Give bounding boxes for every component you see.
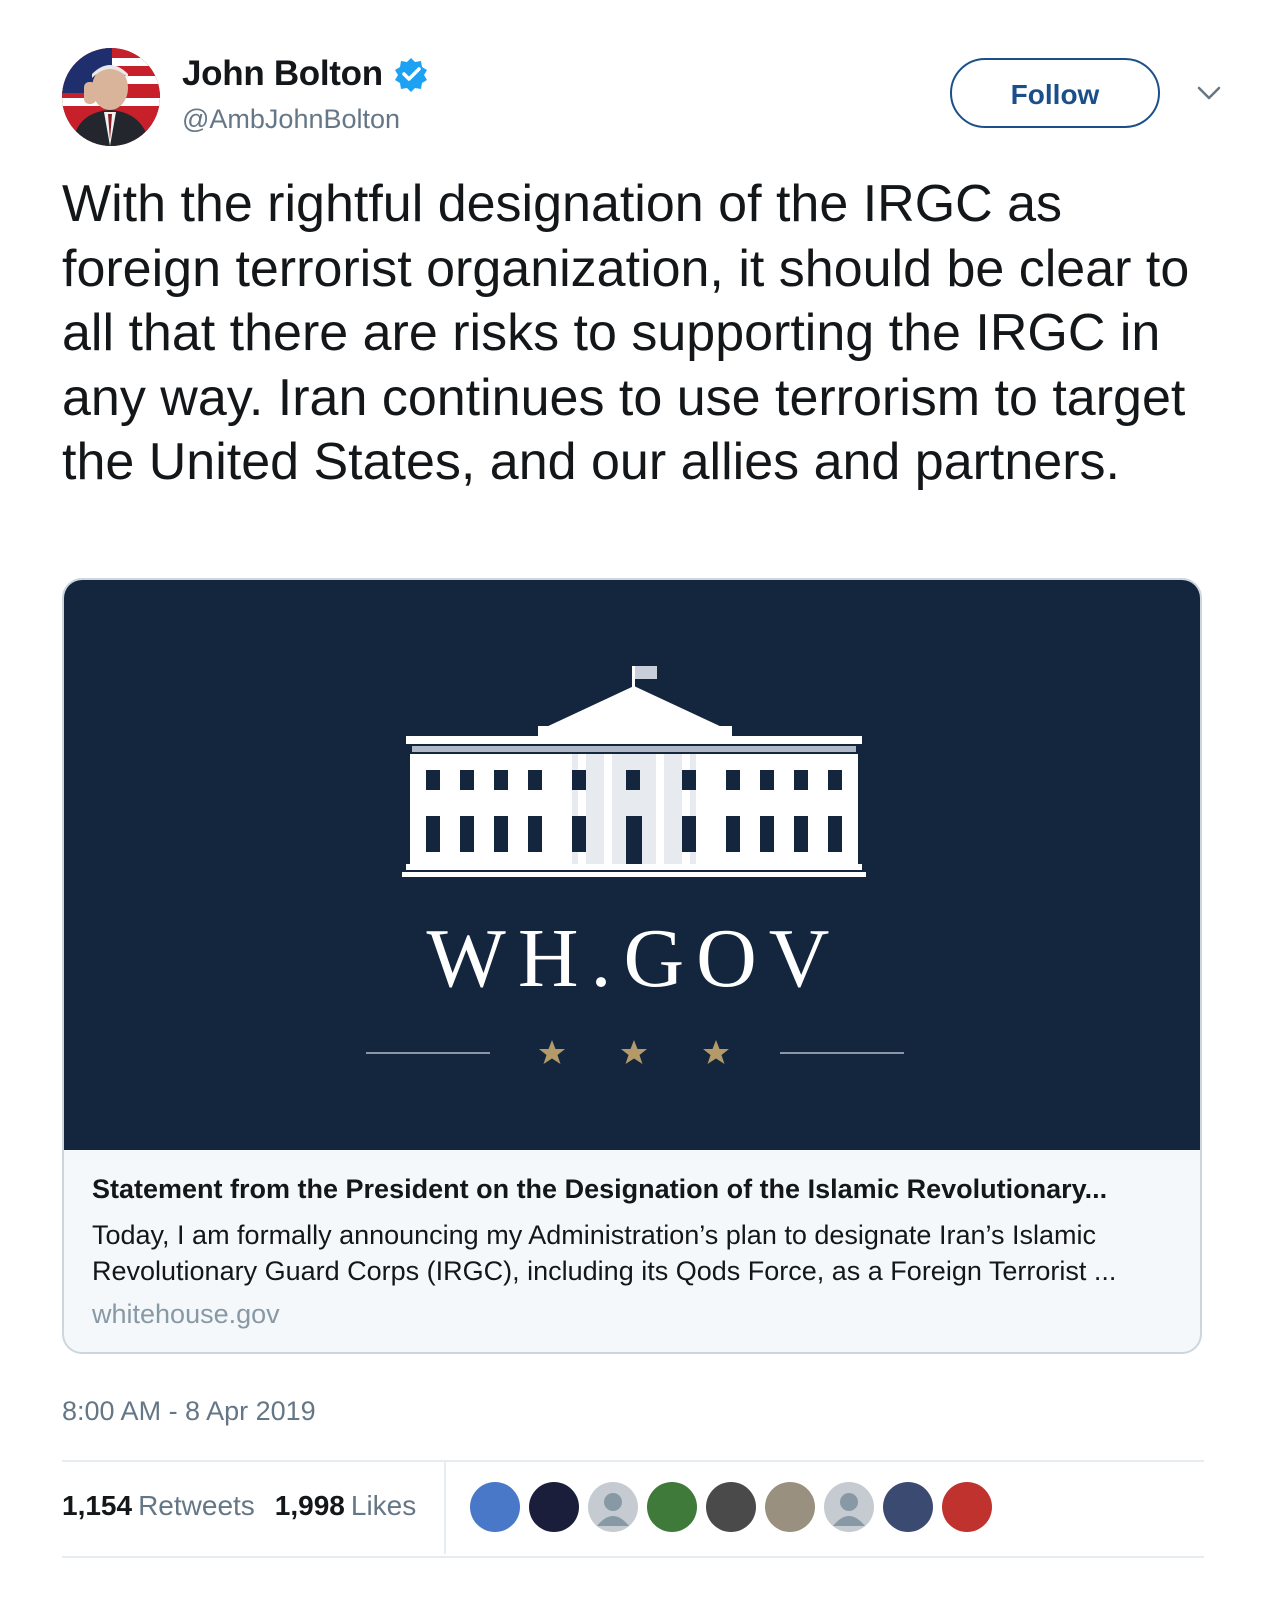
stats-separator [444,1462,446,1554]
card-image[interactable]: WH.GOV [64,580,1200,1150]
liker-avatar[interactable] [529,1482,579,1532]
link-card[interactable]: WH.GOV Statement from the President on t… [62,578,1202,1354]
tweet-stats: 1,154 Retweets 1,998 Likes [62,1462,1204,1554]
liker-avatar[interactable] [883,1482,933,1532]
divider [62,1556,1204,1558]
card-image-title: WH.GOV [426,912,842,1005]
author-handle[interactable]: @AmbJohnBolton [182,104,400,135]
author-display-name[interactable]: John Bolton [182,54,383,94]
verified-badge-icon [394,58,427,92]
white-house-logo-icon [366,666,904,1064]
liker-avatar[interactable] [647,1482,697,1532]
tweet-header: John Bolton @AmbJohnBolton Follow [62,48,1242,148]
author-avatar[interactable] [62,48,160,146]
default-avatar-icon[interactable] [824,1482,874,1532]
retweets-label[interactable]: Retweets [138,1490,255,1521]
retweets-count[interactable]: 1,154 [62,1490,132,1521]
card-title[interactable]: Statement from the President on the Desi… [92,1174,1182,1205]
card-body[interactable]: Statement from the President on the Desi… [92,1174,1182,1330]
tweet-text: With the rightful designation of the IRG… [62,175,1190,491]
default-avatar-icon[interactable] [588,1482,638,1532]
likers-avatars [470,1482,1001,1532]
follow-button[interactable]: Follow [950,58,1160,128]
likes-label[interactable]: Likes [351,1490,416,1521]
liker-avatar[interactable] [765,1482,815,1532]
tweet-timestamp[interactable]: 8:00 AM - 8 Apr 2019 [62,1396,316,1427]
card-domain: whitehouse.gov [92,1299,280,1329]
card-description: Today, I am formally announcing my Admin… [92,1220,1117,1286]
likes-count[interactable]: 1,998 [275,1490,345,1521]
liker-avatar[interactable] [942,1482,992,1532]
liker-avatar[interactable] [470,1482,520,1532]
chevron-down-icon[interactable] [1194,78,1224,108]
liker-avatar[interactable] [706,1482,756,1532]
